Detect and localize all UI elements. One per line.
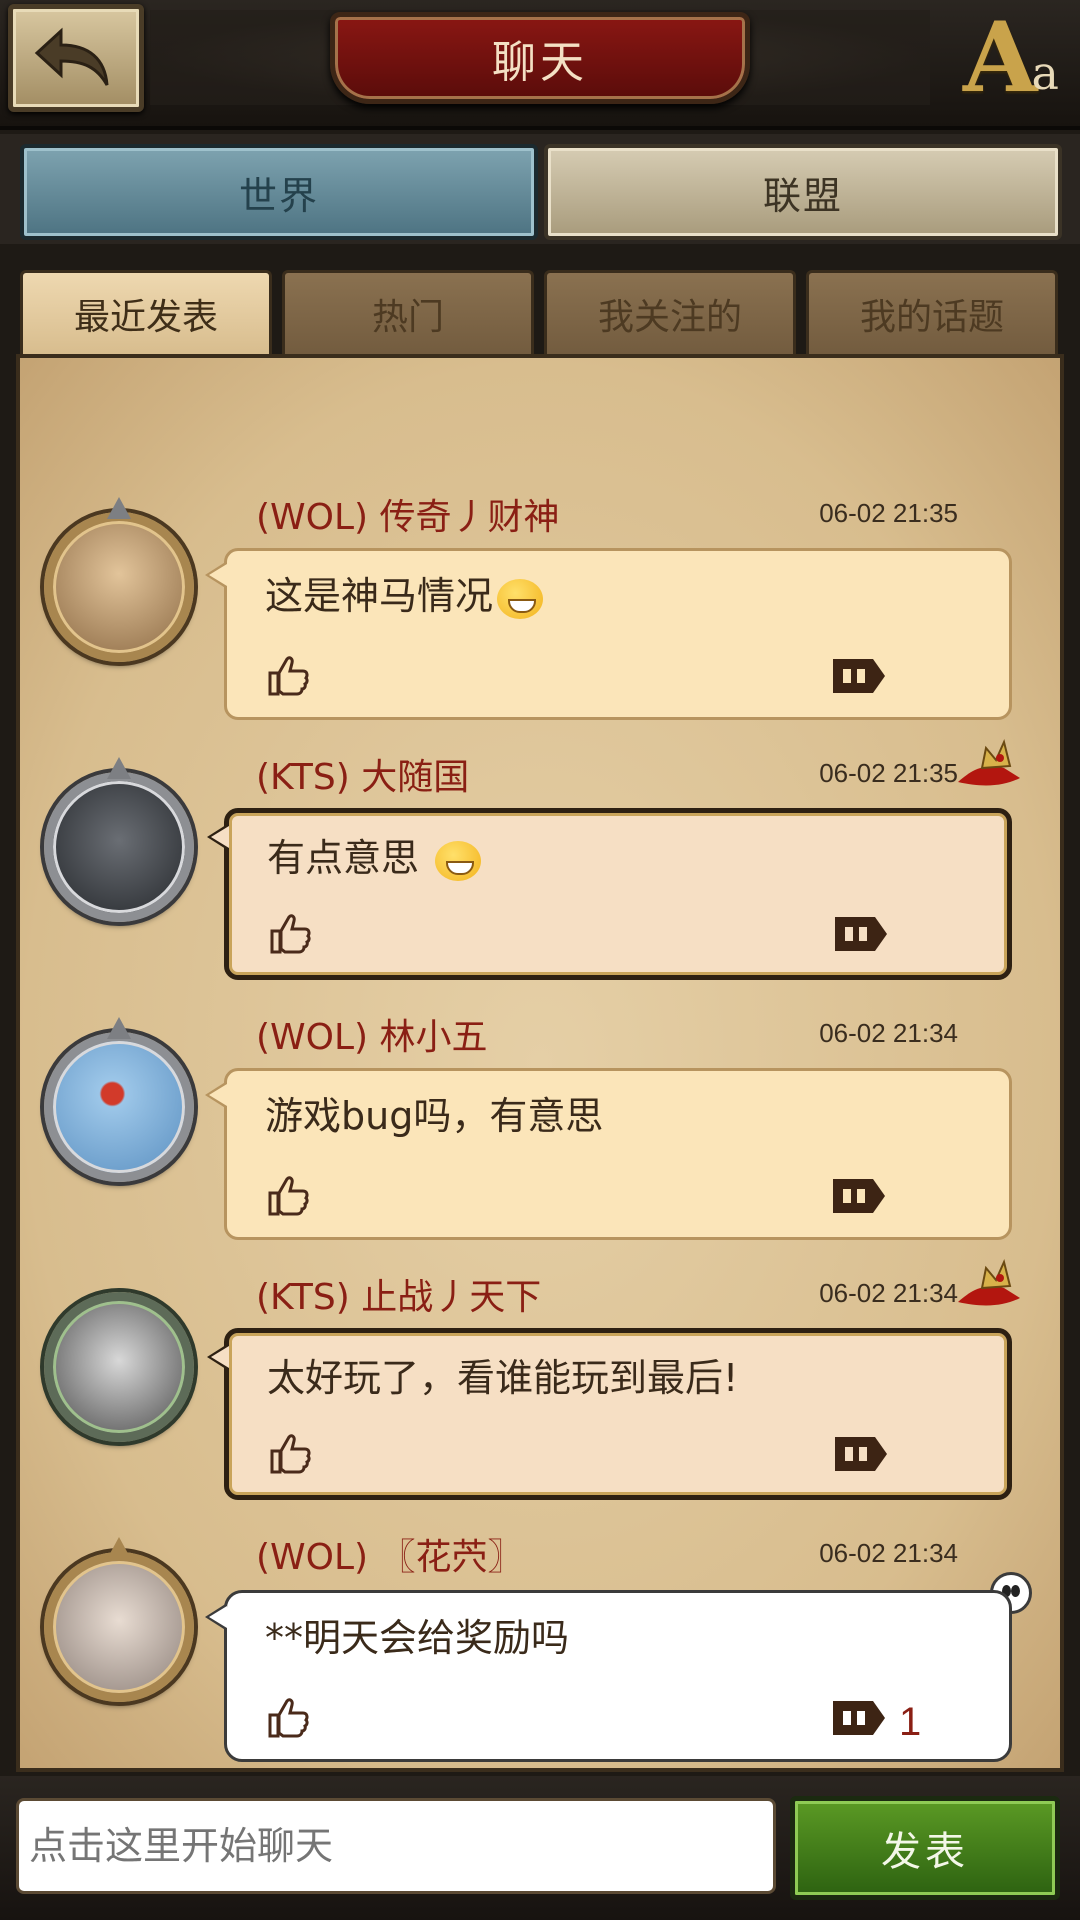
message-time: 06-02 21:35 [819,498,958,528]
message-item [20,358,1060,422]
thumbs-up-icon[interactable] [267,1429,315,1477]
tab-alliance[interactable]: 联盟 [544,144,1062,240]
avatar[interactable] [44,1537,194,1702]
sender-name[interactable]: (WOL) 传奇丿财神 [256,488,560,540]
avatar-frame-spike [107,1537,131,1559]
thumbs-up-icon[interactable] [265,651,313,699]
thumbs-up-icon[interactable] [265,1693,313,1741]
message-text: 有点意思 [267,836,432,880]
subtab-my-topics[interactable]: 我的话题 [806,270,1058,354]
page-title: 聊天 [492,37,588,88]
subtab-recent-label: 最近发表 [73,296,218,338]
message-time: 06-02 21:34 [819,1018,958,1048]
thumbs-up-icon[interactable] [267,909,315,957]
message-text-wrap: 有点意思 [267,827,482,882]
avatar-frame-spike [107,1017,131,1039]
avatar[interactable] [44,1292,194,1442]
reply-icon[interactable] [833,1435,889,1473]
tab-world[interactable]: 世界 [20,144,538,240]
message-item: (WOL) 〖花茓〗 06-02 21:34 **明天会给奖励吗 1 [20,1528,1060,1768]
reply-icon[interactable] [833,915,889,953]
subtab-bar: 最近发表 热门 我关注的 我的话题 [20,270,1060,354]
font-size-icon-small: a [1031,46,1059,100]
subtab-hot[interactable]: 热门 [282,270,534,354]
composer-bar: 发表 [0,1776,1080,1920]
reply-icon[interactable] [831,657,887,695]
sender-name[interactable]: (WOL) 〖花茓〗 [256,1528,524,1580]
crown-icon [958,1258,1020,1306]
reply-icon[interactable] [831,1177,887,1215]
back-arrow-icon [34,27,109,86]
grin-emoji-icon [497,578,544,619]
message-feed[interactable]: (WOL) 传奇丿财神 06-02 21:35 这是神马情况 (KTS) 大随国… [16,354,1064,1772]
avatar-frame-spike [107,497,131,519]
message-bubble[interactable]: 有点意思 [207,808,1012,980]
back-button[interactable] [8,4,144,112]
subtab-following-label: 我关注的 [597,296,742,338]
crown-icon [958,738,1020,786]
reply-icon[interactable] [831,1699,887,1737]
title-plate: 聊天 [330,12,750,104]
font-size-icon-big: A [963,1,1038,114]
subtab-following[interactable]: 我关注的 [544,270,796,354]
subtab-recent[interactable]: 最近发表 [20,270,272,354]
avatar[interactable] [44,1017,194,1182]
message-item: (WOL) 林小五 06-02 21:34 游戏bug吗，有意思 [20,1008,1060,1268]
thumbs-up-icon[interactable] [265,1171,313,1219]
bubble-tail [205,1603,227,1631]
message-item: (WOL) 传奇丿财神 06-02 21:35 这是神马情况 [20,488,1060,748]
bubble-tail [205,1081,227,1109]
tab-world-label: 世界 [238,173,319,218]
reply-count: 1 [899,1700,922,1744]
message-time: 06-02 21:35 [819,758,958,788]
message-item: (KTS) 止战丿天下 06-02 21:34 太好玩了，看谁能玩到最后! [20,1258,1060,1528]
message-item: (KTS) 大随国 06-02 21:35 有点意思 [20,738,1060,1008]
message-time: 06-02 21:34 [819,1538,958,1568]
message-text: **明天会给奖励吗 [265,1616,570,1660]
message-time: 06-02 21:34 [819,1278,958,1308]
message-bubble[interactable]: **明天会给奖励吗 1 [205,1590,1012,1762]
subtab-hot-label: 热门 [371,296,444,338]
message-text: 这是神马情况 [265,574,494,618]
message-text: 游戏bug吗，有意思 [265,1094,604,1138]
bubble-tail [205,561,227,589]
top-header: 聊天 A a [0,0,1080,130]
avatar-frame-spike [107,757,131,779]
subtab-my-topics-label: 我的话题 [859,296,1004,338]
message-bubble[interactable]: 太好玩了，看谁能玩到最后! [207,1328,1012,1500]
avatar[interactable] [44,497,194,662]
bubble-tail [207,1343,229,1371]
laugh-emoji-icon [435,840,482,881]
channel-bar: 世界 联盟 [0,134,1080,244]
sender-name[interactable]: (KTS) 大随国 [256,748,469,800]
message-text-wrap: 这是神马情况 [265,565,544,620]
message-bubble[interactable]: 游戏bug吗，有意思 [205,1068,1012,1240]
send-button[interactable]: 发表 [790,1796,1060,1900]
avatar[interactable] [44,757,194,922]
chat-input[interactable] [16,1798,776,1894]
message-bubble[interactable]: 这是神马情况 [205,548,1012,720]
bubble-tail [207,823,229,851]
send-button-label: 发表 [881,1829,969,1875]
tab-alliance-label: 联盟 [762,173,843,218]
sender-name[interactable]: (WOL) 林小五 [256,1008,488,1060]
message-text: 太好玩了，看谁能玩到最后! [267,1356,739,1400]
font-size-button[interactable]: A a [956,6,1066,106]
sender-name[interactable]: (KTS) 止战丿天下 [256,1268,541,1320]
